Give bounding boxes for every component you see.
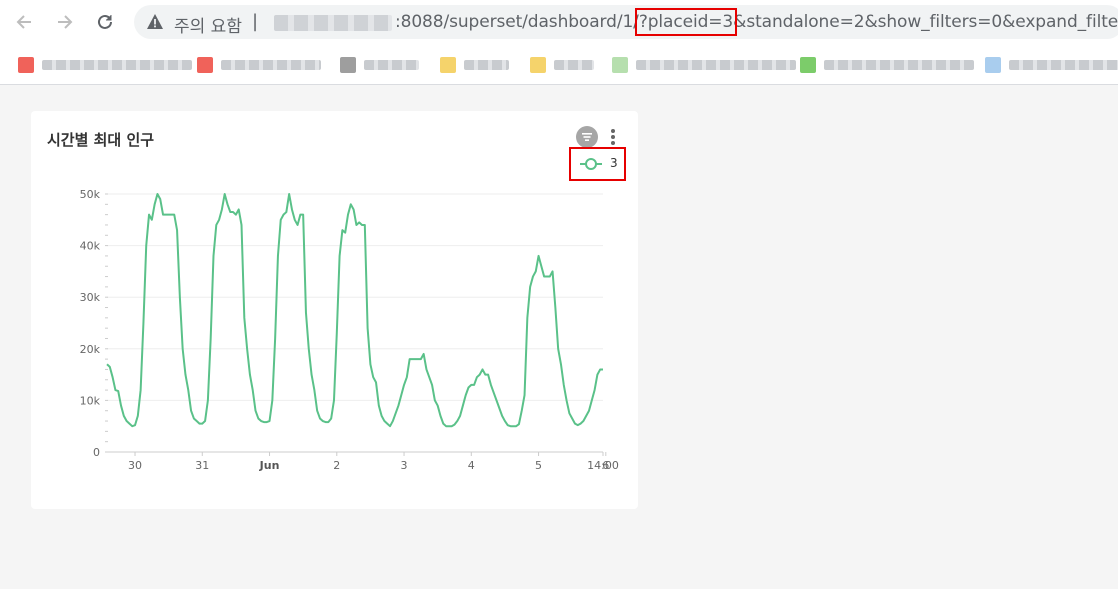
security-status-label[interactable]: 주의 요함 [174,12,242,37]
url-path: :8088/superset/dashboard/1/ [395,12,639,32]
url-separator: | [252,11,259,32]
url-host-redacted [274,15,392,31]
bookmark-favicon-icon [440,57,456,73]
y-tick-label: 0 [93,446,100,459]
x-tick-label: 2 [333,459,340,472]
x-tick-label: 31 [195,459,209,472]
bookmark-favicon-icon [197,57,213,73]
warning-triangle-icon[interactable] [146,13,164,31]
bookmark-item[interactable] [530,56,594,74]
url-text[interactable]: :8088/superset/dashboard/1/?placeid=3&st… [395,8,1118,36]
x-tick-label: 5 [535,459,542,472]
bookmark-favicon-icon [612,57,628,73]
browser-toolbar: 주의 요함 | :8088/superset/dashboard/1/?plac… [0,0,1118,44]
line-chart: 010k20k30k40k50k30 31 Jun 2 3 4 5 614:00 [80,188,619,472]
chart-card: 시간별 최대 인구 3 0 10k 20k 30k 40k 50k 30 31 Jun 2 3 4 5 6… [31,111,638,509]
bookmark-item[interactable] [800,56,974,74]
address-bar[interactable]: 주의 요함 | :8088/superset/dashboard/1/?plac… [134,5,1118,39]
bookmark-item[interactable] [18,56,192,74]
y-tick-label: 30k [80,291,101,304]
series-line-3 [106,193,603,428]
back-arrow-icon[interactable] [10,8,38,36]
y-tick-label: 50k [80,188,101,201]
bookmark-favicon-icon [530,57,546,73]
bookmark-item[interactable] [340,56,419,74]
x-tick-label: 3 [401,459,408,472]
bookmark-item[interactable] [197,56,321,74]
y-tick-label: 20k [80,343,101,356]
forward-arrow-icon[interactable] [51,8,79,36]
x-tick-label: 30 [128,459,142,472]
bookmark-favicon-icon [985,57,1001,73]
bookmark-favicon-icon [800,57,816,73]
x-tick-label: 14:00 [587,459,619,472]
bookmark-item[interactable] [440,56,509,74]
reload-icon[interactable] [91,8,119,36]
url-query-rest: &standalone=2&show_filters=0&expand_filt… [733,12,1118,32]
y-tick-label: 40k [80,240,101,253]
bookmark-item[interactable] [985,56,1118,74]
bookmark-favicon-icon [340,57,356,73]
bookmarks-bar [0,44,1118,85]
bookmark-item[interactable] [612,56,796,74]
x-tick-label: Jun [259,459,280,472]
y-tick-label: 10k [80,394,101,407]
url-query-placeid: ?placeid=3 [634,8,738,36]
bookmark-favicon-icon [18,57,34,73]
x-tick-label: 4 [468,459,475,472]
